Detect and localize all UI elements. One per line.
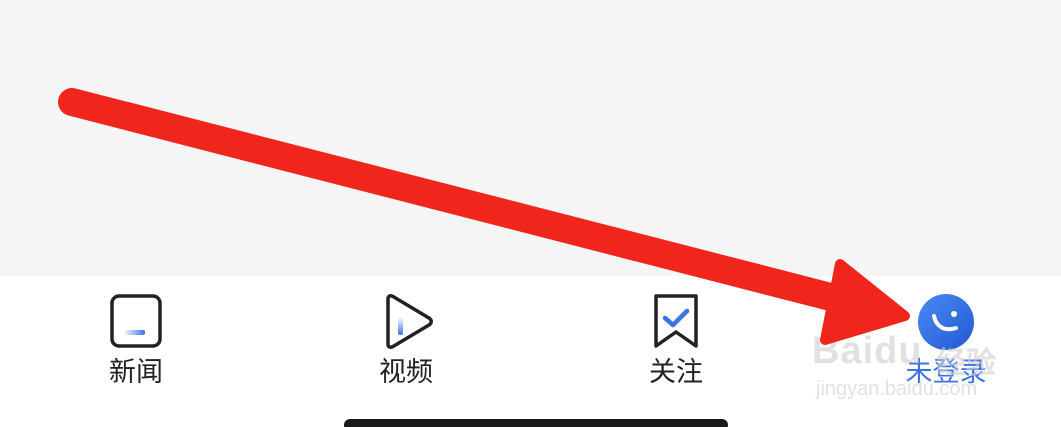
- app-screen: 新闻 视频 关注 未登录 Baidu 经验 jingyan.baidu.com: [0, 0, 1061, 427]
- tab-me-label: 未登录: [905, 357, 987, 388]
- tab-follow-label: 关注: [649, 357, 703, 388]
- tab-me[interactable]: 未登录: [876, 292, 1016, 402]
- tab-news[interactable]: 新闻: [66, 292, 206, 402]
- bookmark-check-icon: [654, 294, 698, 348]
- home-indicator: [344, 419, 728, 427]
- avatar-icon: [918, 294, 974, 350]
- tab-video[interactable]: 视频: [336, 292, 476, 402]
- tab-video-label: 视频: [379, 357, 433, 388]
- tab-news-label: 新闻: [109, 357, 163, 388]
- bottom-tab-bar: 新闻 视频 关注 未登录: [0, 276, 1061, 427]
- news-icon: [110, 294, 162, 348]
- play-icon: [386, 294, 433, 349]
- content-area: [0, 0, 1061, 276]
- tab-follow[interactable]: 关注: [606, 292, 746, 402]
